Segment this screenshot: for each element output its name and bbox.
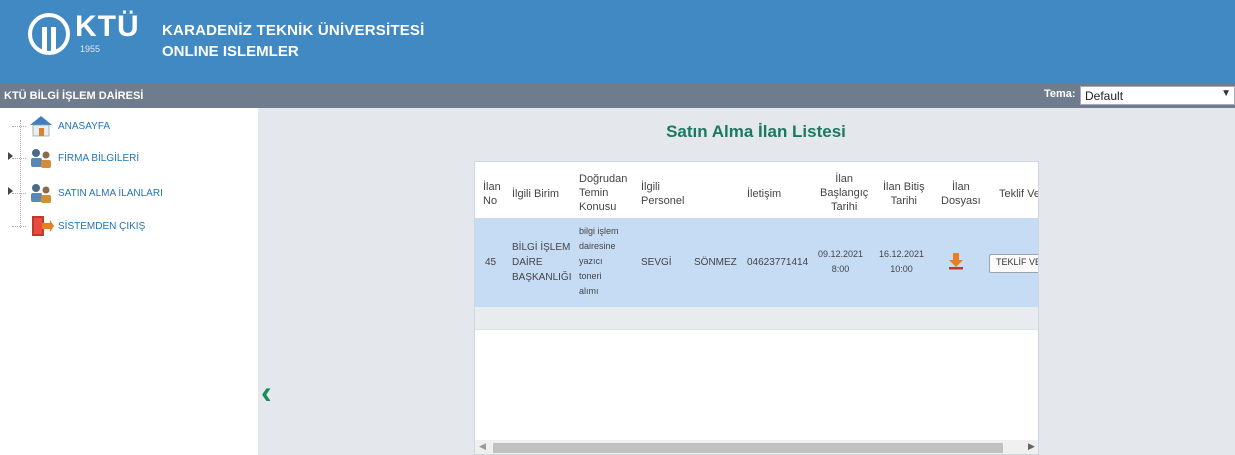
column-header-ilan-no[interactable]: İlan No [483,180,501,208]
logo-text: KTÜ [75,10,140,43]
cell-ilan-no: 45 [485,257,497,268]
ilan-grid: İlan No İlgili Birim Doğrudan Temin Konu… [474,161,1039,455]
cell-iletisim: 04623771414 [747,257,809,268]
sidebar-tree: ANASAYFA FİRMA BİLGİLERİ SATIN ALMA İLAN… [0,108,258,455]
sidebar-item-label: FİRMA BİLGİLERİ [58,152,140,164]
cell-konu: bilgi işlem dairesine yazıcı toneri alım… [579,226,619,296]
collapse-sidebar-icon[interactable]: ‹ [261,374,272,411]
cell-birim: BİLGİ İŞLEM DAİRE BAŞKANLIĞI [512,242,572,283]
grid-header: İlan No İlgili Birim Doğrudan Temin Konu… [475,162,1038,219]
app-subtitle: ONLINE ISLEMLER [162,43,299,60]
column-header-baslangic[interactable]: İlan Başlangıç Tarihi [820,172,868,214]
sidebar-item-label: SATIN ALMA İLANLARI [58,187,163,199]
column-header-dosya[interactable]: İlan Dosyası [941,180,981,208]
tree-branch [12,225,26,227]
exit-icon [32,216,54,236]
cell-personel-ad: SEVGİ [641,257,672,268]
scrollbar-thumb[interactable] [493,443,1003,453]
tree-branch [12,192,26,194]
column-header-personel[interactable]: İlgili Personel [641,180,684,208]
theme-select[interactable]: Default ▼ [1080,86,1235,105]
theme-label: Tema: [1044,88,1076,100]
column-header-teklif[interactable]: Teklif Ve [999,187,1038,201]
scroll-right-icon[interactable]: ▶ [1028,441,1035,452]
home-icon [30,116,52,137]
column-header-iletisim[interactable]: İletişim [747,187,781,201]
department-title: KTÜ BİLGİ İŞLEM DAİRESİ [4,90,144,102]
cell-baslangic: 09.12.2021 8:00 [818,249,864,274]
tree-branch [12,125,26,127]
sidebar-item-firma-bilgileri[interactable]: FİRMA BİLGİLERİ [12,146,139,170]
teklif-ver-button[interactable]: TEKLİF VE [989,254,1038,273]
university-name: KARADENİZ TEKNİK ÜNİVERSİTESİ [162,22,425,39]
chevron-down-icon: ▼ [1221,88,1231,99]
sidebar-item-anasayfa[interactable]: ANASAYFA [12,114,110,138]
column-header-konu[interactable]: Doğrudan Temin Konusu [579,172,627,214]
logo-year: 1955 [80,44,101,54]
sidebar-item-label: SİSTEMDEN ÇIKIŞ [58,220,146,232]
users-icon [31,184,51,203]
header-bar: KTÜ 1955 KARADENİZ TEKNİK ÜNİVERSİTESİ O… [0,0,1235,84]
cell-personel-soyad: SÖNMEZ [694,257,737,268]
cell-bitis: 16.12.2021 10:00 [879,249,925,274]
column-header-birim[interactable]: İlgili Birim [512,187,559,201]
theme-select-value: Default [1085,89,1124,103]
scroll-left-icon[interactable]: ◀ [479,441,486,452]
sidebar-item-sistemden-cikis[interactable]: SİSTEMDEN ÇIKIŞ [12,214,145,238]
download-icon[interactable] [948,252,964,270]
ktu-logo-icon [28,13,70,55]
horizontal-scrollbar[interactable]: ◀ ▶ [475,440,1038,454]
page-title: Satın Alma İlan Listesi [666,122,846,141]
grid-footer [475,307,1038,330]
sidebar-item-label: ANASAYFA [58,120,111,132]
tree-branch [12,157,26,159]
sidebar-item-satin-alma-ilanlari[interactable]: SATIN ALMA İLANLARI [12,181,163,205]
table-row[interactable]: 45 BİLGİ İŞLEM DAİRE BAŞKANLIĞI bilgi iş… [475,219,1038,308]
users-icon [31,149,51,168]
column-header-bitis[interactable]: İlan Bitiş Tarihi [883,180,925,208]
